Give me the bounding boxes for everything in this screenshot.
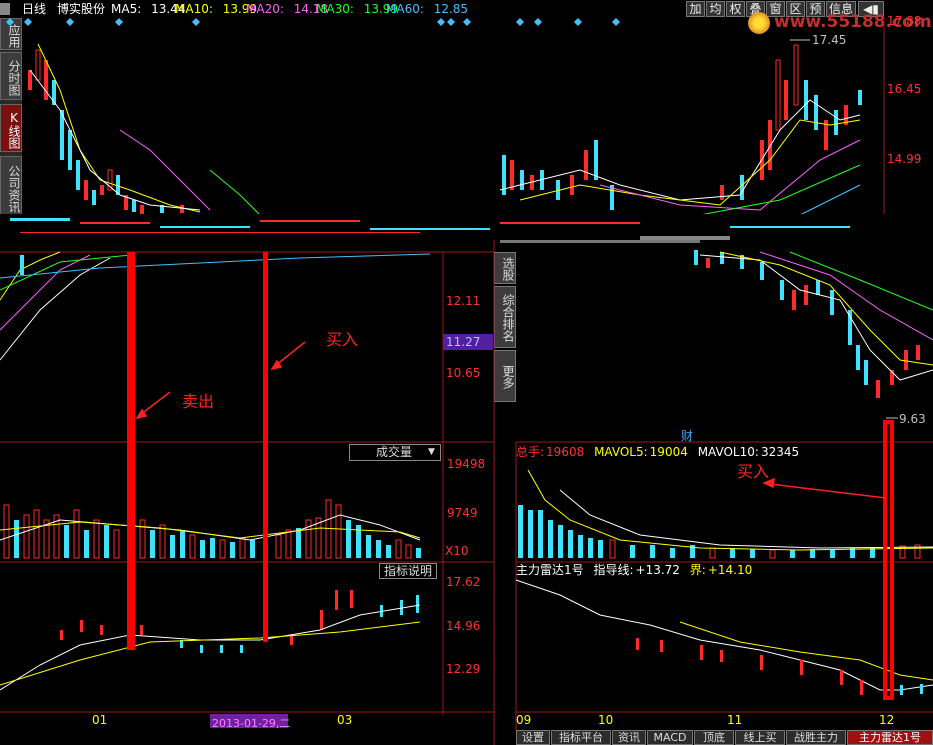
volume-legend: 总手: 19608 MAVOL5: 19004 MAVOL10: 32345 — [516, 445, 800, 459]
indicator-tick-3: 12.29 — [446, 662, 481, 676]
ma20-line-upper-right — [599, 139, 861, 211]
tab-online-buy[interactable]: 线上买 — [735, 730, 785, 745]
current-price-label: 11.27 — [446, 335, 481, 349]
date-cursor-label: 2013-01-29,二 — [212, 717, 291, 730]
volume-tick-1: 19498 — [447, 457, 486, 471]
tab-beat-main-force[interactable]: 战胜主力 — [786, 730, 846, 745]
price-tick-left-2: 10.65 — [446, 366, 481, 380]
tab-top-bottom[interactable]: 顶底 — [694, 730, 734, 745]
tab-settings[interactable]: 设置 — [516, 730, 550, 745]
right-volume-bars — [518, 505, 921, 559]
indicator-tick-2: 14.96 — [446, 619, 481, 633]
date-label-right-3: 11 — [727, 713, 743, 727]
tab-news[interactable]: 资讯 — [612, 730, 646, 745]
mavol10-line-right — [559, 489, 933, 549]
tab-macd[interactable]: MACD — [647, 730, 693, 745]
bottom-tab-bar: 设置 指标平台 资讯 MACD 顶底 线上买 战胜主力 主力雷达1号 — [516, 730, 933, 745]
volume-unit: X10 — [445, 544, 469, 558]
chevron-down-icon: ▼ — [428, 447, 435, 457]
buy-annotation-right: 买入 — [737, 462, 770, 481]
ma5-line-lower-left — [0, 257, 111, 361]
high-price-label: 17.45 — [812, 33, 847, 47]
sell-annotation: 卖出 — [182, 392, 215, 411]
ma10-line-lower-right — [719, 251, 933, 366]
candle-lower-left — [20, 255, 24, 275]
buy-marker-bar-right — [883, 420, 894, 700]
guide-line-right — [679, 621, 933, 681]
ma5-line-lower-right — [699, 254, 933, 381]
ma20-line-upper-left — [119, 129, 211, 211]
date-label-right-2: 10 — [598, 713, 614, 727]
date-label-right-1: 09 — [516, 713, 532, 727]
right-indicator-bars — [636, 638, 923, 695]
signal-diamonds — [6, 18, 620, 26]
lower-right-candles — [694, 250, 920, 398]
upper-left-candles — [28, 49, 184, 215]
indicator-help-button[interactable]: 指标说明 — [379, 563, 437, 579]
date-label-left-1: 01 — [92, 713, 108, 727]
ma30-line-upper-left — [209, 169, 261, 216]
price-tick-right-1: 17.88 — [887, 14, 922, 28]
price-tick-right-3: 14.99 — [887, 152, 922, 166]
price-tick-right-2: 16.45 — [887, 82, 922, 96]
buy-marker-bar-left — [263, 252, 268, 642]
volume-tick-2: 9749 — [447, 506, 478, 520]
sell-marker-bar — [127, 252, 135, 650]
ma60-line-lower-left — [0, 253, 431, 279]
low-price-label: 9.63 — [899, 412, 926, 426]
ma20-line-lower-right — [759, 251, 933, 341]
ma20-line-lower-left — [0, 254, 91, 331]
tab-main-force-radar[interactable]: 主力雷达1号 — [847, 730, 933, 745]
left-indicator-bars — [60, 590, 419, 653]
date-label-right-4: 12 — [879, 713, 895, 727]
buy-annotation-left: 买入 — [326, 330, 359, 349]
volume-dropdown[interactable]: 成交量 ▼ — [349, 444, 441, 461]
finance-icon-label[interactable]: 财 — [681, 427, 693, 444]
upper-right-candles — [502, 44, 862, 210]
annotation-arrows — [135, 341, 887, 499]
price-tick-left-1: 12.11 — [446, 294, 481, 308]
indicator-legend: 主力雷达1号 指导线: +13.72 界: +14.10 — [516, 563, 753, 577]
tab-indicator-platform[interactable]: 指标平台 — [551, 730, 611, 745]
ma30-line-lower-right — [789, 251, 933, 311]
date-label-left-2: 03 — [337, 713, 353, 727]
volume-dropdown-label: 成交量 — [376, 445, 413, 459]
left-volume-bars — [3, 499, 421, 559]
indicator-tick-1: 17.62 — [446, 575, 481, 589]
ma30-line-lower-left — [0, 254, 131, 291]
indicator-line-right — [515, 579, 933, 691]
indicator-line-left — [0, 604, 421, 691]
